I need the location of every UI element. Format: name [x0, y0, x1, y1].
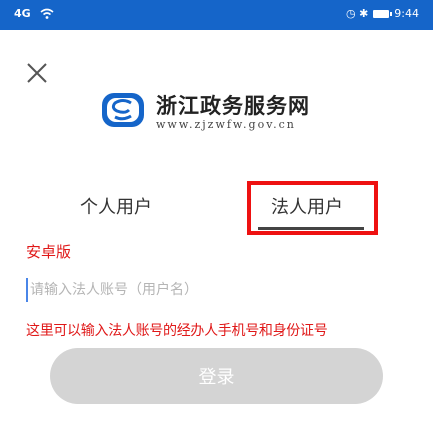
clock: 9:44 [394, 7, 419, 20]
signal-icon: 4G [14, 7, 31, 20]
input-hint-note: 这里可以输入法人账号的经办人手机号和身份证号 [26, 323, 328, 339]
wifi-icon [40, 8, 54, 19]
tab-personal-user[interactable]: 个人用户 [80, 193, 152, 219]
zhejiang-logo-icon [102, 93, 144, 127]
battery-icon [373, 9, 393, 18]
brand-url: www.zjzwfw.gov.cn [156, 118, 296, 131]
annotation-highlight-box [247, 181, 378, 235]
status-bar: 4G ◷ ✱ 9:44 [0, 0, 433, 30]
close-icon[interactable] [26, 62, 48, 84]
login-button[interactable]: 登录 [50, 348, 383, 404]
android-version-note: 安卓版 [26, 243, 72, 261]
status-right: ◷ ✱ 9:44 [346, 7, 419, 20]
brand-title: 浙江政务服务网 [156, 93, 310, 118]
signal-text: 4G [14, 7, 31, 20]
legal-account-input[interactable] [26, 278, 410, 302]
status-icons: ◷ ✱ [345, 7, 369, 20]
